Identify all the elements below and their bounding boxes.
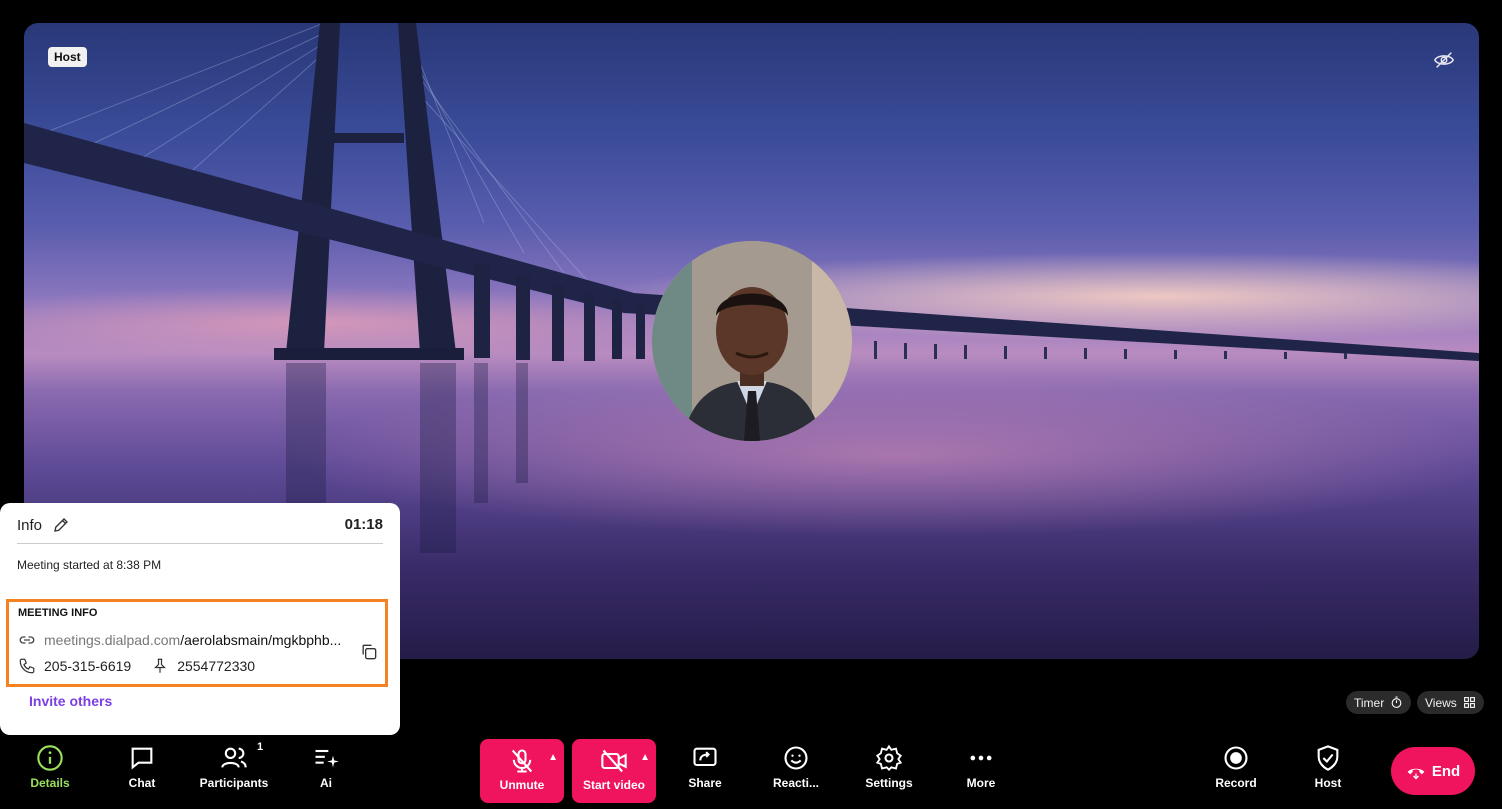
participants-count-badge: 1 — [257, 741, 264, 753]
meeting-pin: 2554772330 — [177, 658, 256, 674]
divider — [17, 543, 383, 544]
unmute-label: Unmute — [499, 778, 545, 792]
host-tag: Host — [48, 47, 87, 67]
grid-view-icon — [1463, 697, 1475, 708]
chevron-up-icon[interactable]: ▲ — [640, 752, 650, 763]
timer-button[interactable]: Timer — [1346, 691, 1412, 714]
copy-icon[interactable] — [359, 642, 379, 662]
views-button[interactable]: Views — [1417, 691, 1484, 714]
unmute-button[interactable]: Unmute ▲ — [480, 739, 564, 803]
invite-others-link[interactable]: Invite others — [29, 693, 112, 709]
meeting-info-section: MEETING INFO meetings.dialpad.com/aerola… — [6, 599, 388, 687]
ai-sparkle-icon — [315, 749, 339, 768]
host-label: Host — [1314, 776, 1342, 790]
start-video-label: Start video — [582, 778, 645, 792]
more-label: More — [966, 776, 996, 790]
end-call-button[interactable]: End — [1391, 747, 1475, 795]
shield-check-icon — [1317, 745, 1339, 771]
settings-label: Settings — [865, 776, 913, 790]
chat-bubble-icon — [131, 747, 153, 770]
ai-label: Ai — [320, 776, 332, 790]
meeting-link[interactable]: meetings.dialpad.com/aerolabsmain/mgkbph… — [18, 631, 341, 649]
record-button[interactable]: Record — [1196, 744, 1276, 790]
views-label: Views — [1425, 695, 1457, 710]
gear-icon — [875, 744, 903, 771]
record-label: Record — [1215, 776, 1257, 790]
meeting-link-path: /aerolabsmain/mgkbphb... — [180, 632, 342, 648]
more-dots-icon — [970, 755, 992, 761]
reactions-button[interactable]: Reacti... — [756, 744, 836, 790]
dial-in-number: 205-315-6619 — [44, 658, 132, 674]
chevron-up-icon[interactable]: ▲ — [548, 752, 558, 763]
info-header: Info — [17, 516, 70, 534]
details-label: Details — [30, 776, 70, 790]
details-button[interactable]: Details — [10, 744, 90, 790]
host-controls-button[interactable]: Host — [1288, 744, 1368, 790]
info-panel: Info 01:18 Meeting started at 8:38 PM ME… — [0, 503, 400, 735]
meeting-info-title: MEETING INFO — [18, 607, 98, 619]
ai-button[interactable]: Ai — [286, 744, 366, 790]
record-icon — [1224, 746, 1248, 770]
smiley-icon — [784, 746, 808, 770]
more-button[interactable]: More — [941, 744, 1021, 790]
share-label: Share — [688, 776, 722, 790]
share-screen-icon — [693, 747, 717, 767]
edit-pencil-icon[interactable] — [52, 516, 70, 534]
link-icon — [19, 636, 35, 644]
meeting-started-text: Meeting started at 8:38 PM — [17, 558, 162, 572]
pin-icon — [154, 658, 167, 673]
camera-off-icon — [601, 749, 627, 773]
info-title: Info — [17, 516, 43, 534]
participants-label: Participants — [199, 776, 269, 790]
start-video-button[interactable]: Start video ▲ — [572, 739, 656, 803]
timer-label: Timer — [1354, 695, 1385, 710]
end-label: End — [1431, 762, 1461, 780]
phone-icon — [19, 658, 35, 674]
participants-button[interactable]: 1 Participants — [194, 741, 274, 790]
participant-avatar — [652, 241, 852, 441]
settings-button[interactable]: Settings — [849, 744, 929, 790]
chat-button[interactable]: Chat — [102, 744, 182, 790]
share-button[interactable]: Share — [665, 744, 745, 790]
info-icon — [37, 745, 63, 771]
stopwatch-icon — [1391, 696, 1402, 708]
hang-up-icon — [1407, 768, 1425, 780]
microphone-muted-icon — [511, 749, 533, 773]
reactions-label: Reacti... — [772, 776, 820, 790]
dial-in-row: 205-315-6619 2554772330 — [18, 657, 255, 675]
meeting-link-domain: meetings.dialpad.com — [44, 632, 181, 648]
hide-self-view-icon[interactable] — [1433, 49, 1455, 71]
meeting-elapsed-time: 01:18 — [344, 516, 383, 533]
chat-label: Chat — [128, 776, 156, 790]
participants-icon — [221, 747, 247, 768]
